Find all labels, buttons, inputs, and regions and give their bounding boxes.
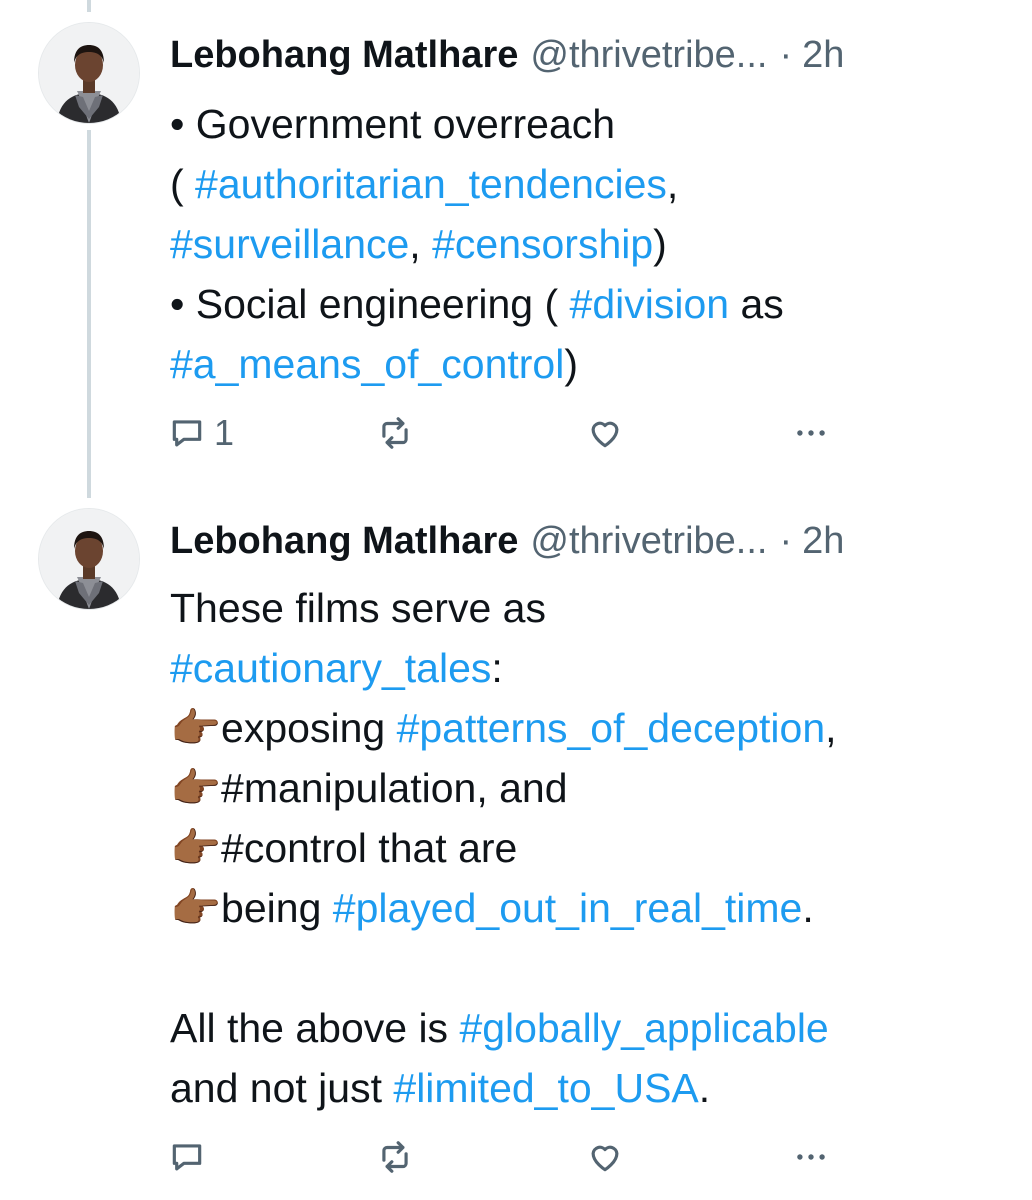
author-name[interactable]: Lebohang Matlhare — [170, 30, 518, 80]
more-button[interactable] — [792, 408, 830, 458]
reply-icon — [172, 1144, 202, 1171]
tweet-text-segment: . — [802, 885, 814, 931]
tweet-line: All the above is #globally_applicable — [170, 998, 992, 1058]
more-icon — [797, 430, 825, 436]
tweet[interactable]: Lebohang Matlhare @thrivetribe... · 2h T… — [0, 500, 1032, 1200]
timestamp[interactable]: 2h — [802, 516, 844, 566]
tweet-line — [170, 938, 992, 998]
tweet-text-segment: ) — [564, 341, 578, 387]
tweet-text-segment: These films serve as — [170, 585, 546, 631]
tweet-actions: 1 — [168, 408, 848, 458]
tweet-text-segment: 👉🏾exposing — [170, 705, 397, 751]
retweet-button[interactable] — [376, 408, 414, 458]
tweet-text-segment: All the above is — [170, 1005, 460, 1051]
tweet-text-segment: , — [409, 221, 433, 267]
hashtag-link[interactable]: #surveillance — [170, 221, 409, 267]
hashtag-link[interactable]: #division — [570, 281, 730, 327]
heart-icon — [591, 421, 619, 448]
author-handle[interactable]: @thrivetribe... — [530, 516, 767, 566]
tweet-line: #surveillance, #censorship) — [170, 214, 992, 274]
hashtag-link[interactable]: #cautionary_tales — [170, 645, 491, 691]
hashtag-link[interactable]: #censorship — [432, 221, 653, 267]
tweet-text-segment: ) — [653, 221, 667, 267]
retweet-icon — [382, 1141, 408, 1173]
hashtag-link[interactable]: #globally_applicable — [459, 1005, 828, 1051]
reply-count: 1 — [214, 412, 235, 453]
hashtag-link[interactable]: #limited_to_USA — [393, 1065, 698, 1111]
tweet-line: • Social engineering ( #division as — [170, 274, 992, 334]
hashtag-link[interactable]: #authoritarian_tendencies — [195, 161, 667, 207]
tweet-text-segment: . — [698, 1065, 711, 1111]
tweet-text-segment: 👉🏾#control that are — [170, 825, 518, 871]
tweet-text-segment — [170, 945, 181, 991]
tweet-line: These films serve as — [170, 578, 992, 638]
tweet-text-segment: • Government overreach — [170, 101, 616, 147]
tweet-text-segment: • Social engineering ( — [170, 281, 570, 327]
tweet-actions — [168, 1132, 848, 1182]
like-button[interactable] — [586, 1132, 624, 1182]
reply-icon — [172, 420, 202, 447]
tweet-line: 👉🏾#manipulation, and — [170, 758, 992, 818]
separator-dot: · — [779, 520, 793, 562]
tweet-text-segment: 👉🏾#manipulation, and — [170, 765, 568, 811]
reply-button[interactable] — [168, 1132, 214, 1182]
retweet-button[interactable] — [376, 1132, 414, 1182]
tweet-line: ( #authoritarian_tendencies, — [170, 154, 992, 214]
tweet-text-segment: and not just — [170, 1065, 394, 1111]
separator-dot: · — [779, 34, 793, 76]
reply-button[interactable]: 1 — [168, 408, 234, 458]
tweet-text-segment: , — [825, 705, 837, 751]
more-button[interactable] — [792, 1132, 830, 1182]
tweet-line: 👉🏾exposing #patterns_of_deception, — [170, 698, 992, 758]
timestamp[interactable]: 2h — [802, 30, 844, 80]
author-handle[interactable]: @thrivetribe... — [530, 30, 767, 80]
tweet[interactable]: Lebohang Matlhare @thrivetribe... · 2h •… — [0, 0, 1032, 500]
hashtag-link[interactable]: #patterns_of_deception — [397, 705, 826, 751]
tweet-text: • Government overreach ( #authoritarian_t… — [170, 94, 992, 394]
tweet-header: Lebohang Matlhare @thrivetribe... · 2h — [170, 516, 992, 566]
tweet-text: These films serve as #cautionary_tales: 👉🏾… — [170, 578, 992, 1118]
avatar[interactable] — [38, 508, 140, 610]
heart-icon — [591, 1145, 619, 1172]
tweet-text-segment: as — [729, 281, 784, 327]
tweet-line: #cautionary_tales: — [170, 638, 992, 698]
tweet-text-segment: : — [491, 645, 503, 691]
hashtag-link[interactable]: #a_means_of_control — [170, 341, 564, 387]
avatar[interactable] — [38, 22, 140, 124]
tweet-text-segment: 👉🏾being — [170, 885, 333, 931]
hashtag-link[interactable]: #played_out_in_real_time — [333, 885, 803, 931]
tweet-line: • Government overreach — [170, 94, 992, 154]
more-icon — [797, 1154, 825, 1160]
tweet-line: and not just #limited_to_USA. — [170, 1058, 992, 1118]
tweet-line: 👉🏾being #played_out_in_real_time. — [170, 878, 992, 938]
retweet-icon — [382, 417, 408, 449]
tweet-text-segment: ( — [170, 161, 196, 207]
like-button[interactable] — [586, 408, 624, 458]
tweet-header: Lebohang Matlhare @thrivetribe... · 2h — [170, 30, 992, 80]
tweet-text-segment: , — [666, 161, 679, 207]
tweet-line: #a_means_of_control) — [170, 334, 992, 394]
tweet-line: 👉🏾#control that are — [170, 818, 992, 878]
author-name[interactable]: Lebohang Matlhare — [170, 516, 518, 566]
